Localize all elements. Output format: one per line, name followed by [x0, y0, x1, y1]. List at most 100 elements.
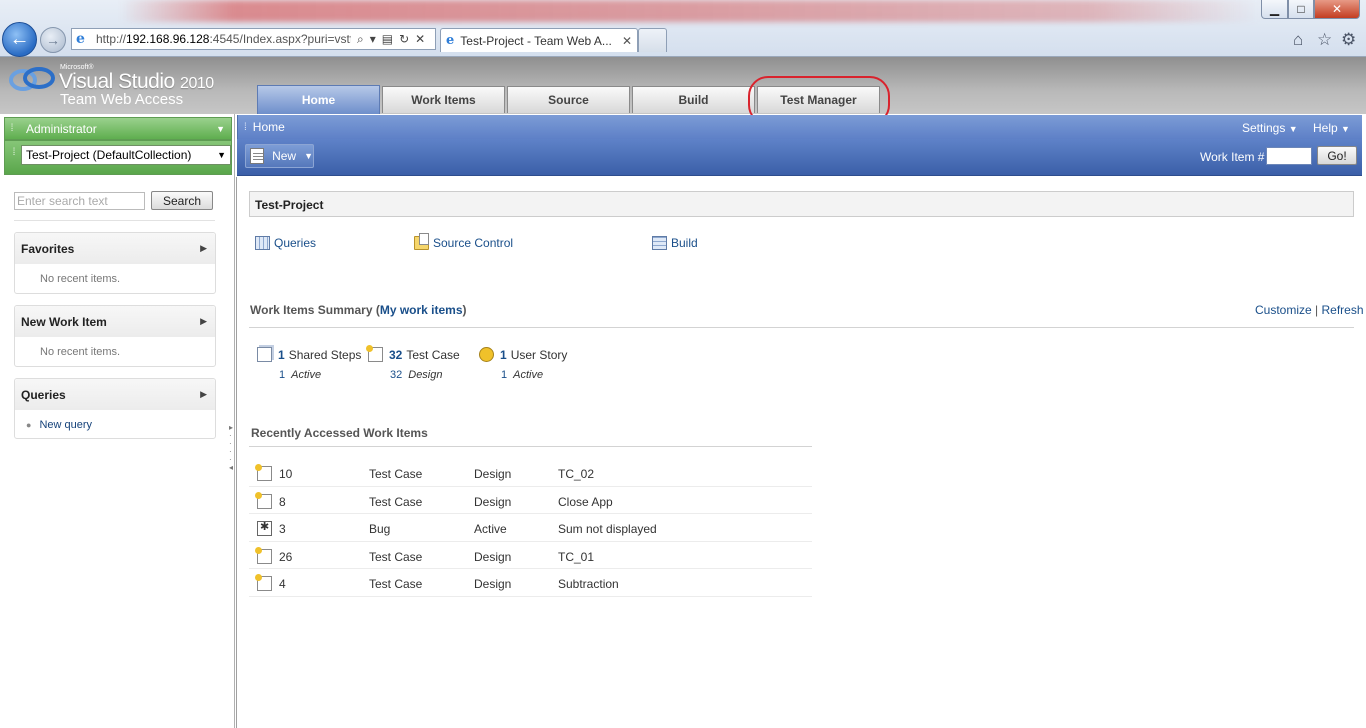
summary-user-story: 1 User Story 1 Active [479, 347, 567, 381]
source-control-link-label: Source Control [433, 236, 514, 250]
expand-arrow-icon[interactable]: ▶ [200, 316, 207, 327]
work-items-summary-title: Work Items Summary (My work items) [250, 303, 467, 317]
maximize-button[interactable]: □ [1288, 0, 1314, 19]
summary-count[interactable]: 32 [389, 348, 402, 362]
grip-icon: ⁞ [12, 147, 16, 158]
url-scheme: http:// [96, 32, 127, 46]
table-row[interactable]: 4 Test Case Design Subtraction [249, 569, 812, 597]
gear-icon[interactable]: ⚙ [1341, 30, 1356, 50]
queries-body: ● New query [15, 410, 215, 440]
logo-product-name: Visual Studio [59, 70, 175, 93]
close-tab-icon[interactable]: ✕ [622, 34, 632, 48]
expand-arrow-icon[interactable]: ▶ [200, 243, 207, 254]
user-dropdown-icon[interactable]: ▼ [216, 124, 225, 134]
new-work-item-header[interactable]: New Work Item ▶ [15, 306, 215, 337]
quick-link-build[interactable]: Build [652, 236, 698, 250]
quick-link-queries[interactable]: Queries [255, 236, 316, 250]
go-button[interactable]: Go! [1317, 146, 1357, 165]
new-work-item-empty: No recent items. [40, 346, 121, 358]
row-title: Subtraction [558, 577, 619, 591]
queries-title: Queries [21, 387, 66, 402]
summary-title-text: Work Items Summary ( [250, 303, 380, 317]
summary-type: Test Case [406, 347, 460, 362]
stop-icon[interactable]: ✕ [415, 32, 425, 46]
refresh-link[interactable]: Refresh [1322, 303, 1364, 317]
help-menu[interactable]: Help ▼ [1313, 121, 1350, 135]
row-type: Test Case [369, 549, 423, 564]
tab-build[interactable]: Build [632, 86, 755, 113]
summary-sub-count[interactable]: 1 [279, 369, 285, 381]
divider [249, 327, 1354, 328]
tab-work-items[interactable]: Work Items [382, 86, 505, 113]
summary-sub-count[interactable]: 1 [501, 369, 507, 381]
browser-tab-title: Test-Project - Team Web A... [460, 33, 612, 48]
chevron-down-icon: ▼ [1288, 124, 1298, 134]
compatibility-icon[interactable]: ▤ [382, 32, 393, 46]
row-id: 26 [279, 549, 293, 564]
summary-sub-state: Design [408, 369, 443, 381]
search-input[interactable]: Enter search text [14, 192, 145, 210]
divider [249, 446, 812, 447]
row-state: Design [474, 467, 512, 481]
home-icon[interactable]: ⌂ [1293, 30, 1303, 50]
table-row[interactable]: 3 Bug Active Sum not displayed [249, 514, 812, 542]
grip-icon: ⁞ [10, 123, 14, 134]
forward-arrow-icon: → [46, 32, 60, 48]
new-tab-button[interactable] [638, 28, 667, 52]
table-row[interactable]: 26 Test Case Design TC_01 [249, 542, 812, 569]
search-icon[interactable]: ⌕ [357, 32, 364, 47]
dropdown-arrow-icon[interactable]: ▾ [370, 32, 376, 46]
favorites-star-icon[interactable]: ☆ [1317, 30, 1332, 50]
page-title: Test-Project [249, 191, 1354, 217]
user-name: Administrator [26, 121, 97, 136]
splitter-handle[interactable]: ▸ · · · · ◂ [229, 424, 233, 472]
visual-studio-logo-icon [9, 67, 55, 91]
test-case-icon [255, 491, 272, 509]
project-select-value: Test-Project (DefaultCollection) [26, 148, 192, 162]
close-window-button[interactable]: ✕ [1314, 0, 1360, 19]
back-button[interactable]: ← [2, 22, 37, 57]
new-query-link[interactable]: New query [39, 419, 92, 431]
summary-count[interactable]: 1 [278, 348, 285, 362]
summary-count[interactable]: 1 [500, 348, 507, 362]
title-bar [120, 0, 1260, 22]
summary-actions: Customize | Refresh [1255, 303, 1364, 317]
summary-sub-count[interactable]: 32 [390, 369, 402, 381]
queries-header[interactable]: Queries ▶ [15, 379, 215, 410]
settings-menu[interactable]: Settings ▼ [1242, 121, 1298, 135]
address-url[interactable]: http://192.168.96.128:4545/Index.aspx?pu… [96, 32, 351, 46]
customize-link[interactable]: Customize [1255, 303, 1312, 317]
minimize-button[interactable]: ▁ [1261, 0, 1288, 19]
build-link-label: Build [671, 236, 698, 250]
row-state: Design [474, 577, 512, 591]
quick-link-source-control[interactable]: Source Control [414, 233, 514, 250]
favorites-header[interactable]: Favorites ▶ [15, 233, 215, 264]
project-select[interactable]: Test-Project (DefaultCollection) ▼ [21, 145, 231, 165]
row-state: Design [474, 549, 512, 564]
breadcrumb-bar: ⁞ Home Settings ▼ Help ▼ [237, 115, 1362, 139]
summary-title-close: ) [462, 303, 467, 317]
forward-button[interactable]: → [40, 27, 66, 53]
tab-home[interactable]: Home [257, 85, 380, 114]
row-title: Sum not displayed [558, 522, 657, 536]
expand-arrow-icon[interactable]: ▶ [200, 389, 207, 400]
my-work-items-link[interactable]: My work items [380, 303, 463, 317]
refresh-icon[interactable]: ↻ [399, 32, 409, 46]
new-work-item-title: New Work Item [21, 314, 107, 329]
browser-tab-active[interactable]: e Test-Project - Team Web A... ✕ [440, 28, 638, 52]
row-title: TC_02 [558, 467, 595, 481]
user-bar[interactable]: ⁞ Administrator ▼ [4, 117, 232, 140]
summary-type: User Story [510, 347, 568, 362]
address-bar[interactable]: e http://192.168.96.128:4545/Index.aspx?… [71, 28, 436, 50]
test-case-icon [255, 574, 272, 591]
search-button[interactable]: Search [151, 191, 213, 210]
queries-icon [255, 236, 270, 250]
table-row[interactable]: 10 Test Case Design TC_02 [249, 459, 812, 487]
table-row[interactable]: 8 Test Case Design Close App [249, 487, 812, 514]
new-button[interactable]: New ▼ [245, 144, 314, 168]
summary-type: Shared Steps [288, 347, 362, 362]
bullet-icon: ● [26, 420, 32, 430]
breadcrumb-home[interactable]: Home [253, 120, 285, 134]
tab-source[interactable]: Source [507, 86, 630, 113]
work-item-number-input[interactable] [1266, 147, 1312, 165]
